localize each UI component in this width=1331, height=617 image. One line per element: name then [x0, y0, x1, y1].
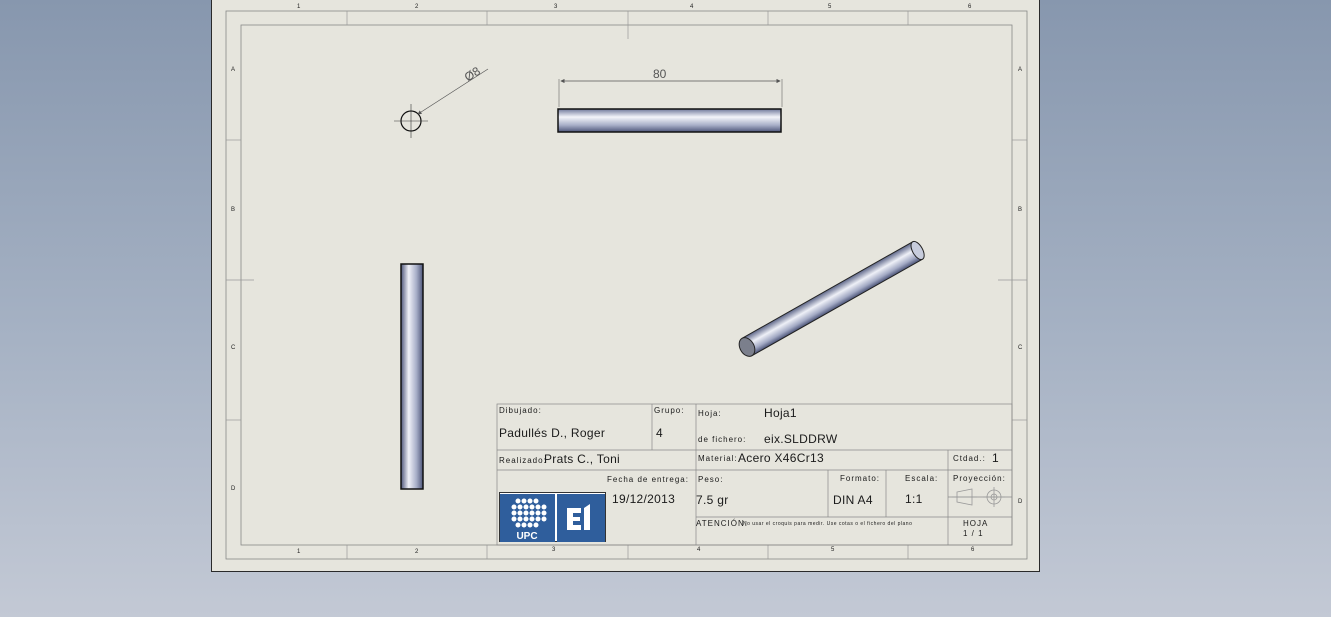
fichero-value: eix.SLDDRW	[764, 432, 838, 446]
zone-col-label: 6	[968, 4, 972, 10]
hoja-label: Hoja:	[698, 409, 722, 418]
drawing-sheet[interactable]: 1 2 3 4 5 6 1 2 3 4 5 6 A B C D A B C D	[211, 0, 1040, 572]
cantidad-label: Ctdad.:	[953, 454, 986, 463]
zone-col-label: 4	[697, 547, 701, 553]
peso-label: Peso:	[698, 475, 724, 484]
formato-label: Formato:	[840, 474, 881, 483]
zone-row-label: B	[231, 207, 235, 213]
dibujado-value: Padullés D., Roger	[499, 426, 606, 440]
realizado-value: Prats C., Toni	[544, 452, 621, 466]
zone-col-label: 5	[831, 547, 835, 553]
zone-col-label: 3	[552, 547, 556, 553]
zone-row-label: C	[231, 345, 236, 351]
grupo-label: Grupo:	[654, 406, 685, 415]
isometric-view[interactable]	[736, 239, 927, 359]
front-view[interactable]: 80	[557, 67, 783, 133]
zone-row-label: D	[1018, 499, 1023, 505]
zone-col-label: 1	[297, 4, 301, 10]
zone-col-label: 2	[415, 4, 419, 10]
peso-value: 7.5 gr	[696, 493, 729, 507]
side-view[interactable]	[400, 263, 424, 490]
fichero-label: de fichero:	[698, 435, 747, 444]
zone-col-label: 3	[554, 4, 558, 10]
grupo-value: 4	[656, 426, 663, 440]
zone-labels: 1 2 3 4 5 6 1 2 3 4 5 6 A B C D A B C D	[231, 4, 1023, 555]
inner-border	[240, 24, 1013, 546]
fecha-label: Fecha de entrega:	[607, 475, 689, 484]
dibujado-label: Dibujado:	[499, 406, 542, 415]
length-dimension[interactable]: 80	[653, 67, 667, 81]
realizado-label: Realizado:	[499, 456, 547, 465]
zone-row-label: A	[1018, 67, 1022, 73]
zone-col-label: 2	[415, 549, 419, 555]
atencion-label: ATENCIÓN:	[696, 519, 748, 528]
hoja-num-label: HOJA	[963, 519, 989, 528]
zone-col-label: 4	[690, 4, 694, 10]
ei-logo: EI	[557, 494, 605, 542]
material-value: Acero X46Cr13	[738, 451, 824, 465]
formato-value: DIN A4	[833, 493, 873, 507]
hoja-num-value: 1 / 1	[963, 529, 984, 538]
zone-row-label: A	[231, 67, 235, 73]
zone-col-label: 5	[828, 4, 832, 10]
cantidad-value: 1	[992, 451, 999, 465]
svg-text:EI: EI	[557, 494, 559, 495]
drawing-canvas[interactable]: 1 2 3 4 5 6 1 2 3 4 5 6 A B C D A B C D	[212, 0, 1041, 573]
material-label: Material:	[698, 454, 738, 463]
zone-row-label: D	[231, 486, 236, 492]
zone-row-label: B	[1018, 207, 1022, 213]
zone-col-label: 6	[971, 547, 975, 553]
zone-row-label: C	[1018, 345, 1023, 351]
svg-text:UPC: UPC	[516, 531, 537, 542]
hoja-value: Hoja1	[764, 406, 797, 420]
escala-value: 1:1	[905, 492, 923, 506]
fecha-value: 19/12/2013	[612, 492, 676, 506]
zone-col-label: 1	[297, 549, 301, 555]
upc-logo: UPC	[500, 494, 555, 542]
end-view[interactable]: Ø8	[394, 64, 489, 138]
atencion-text: No usar el croquis para medir. Use cotas…	[743, 521, 913, 527]
proyeccion-label: Proyección:	[953, 474, 1006, 483]
diameter-dimension[interactable]: Ø8	[462, 64, 483, 85]
escala-label: Escala:	[905, 474, 939, 483]
